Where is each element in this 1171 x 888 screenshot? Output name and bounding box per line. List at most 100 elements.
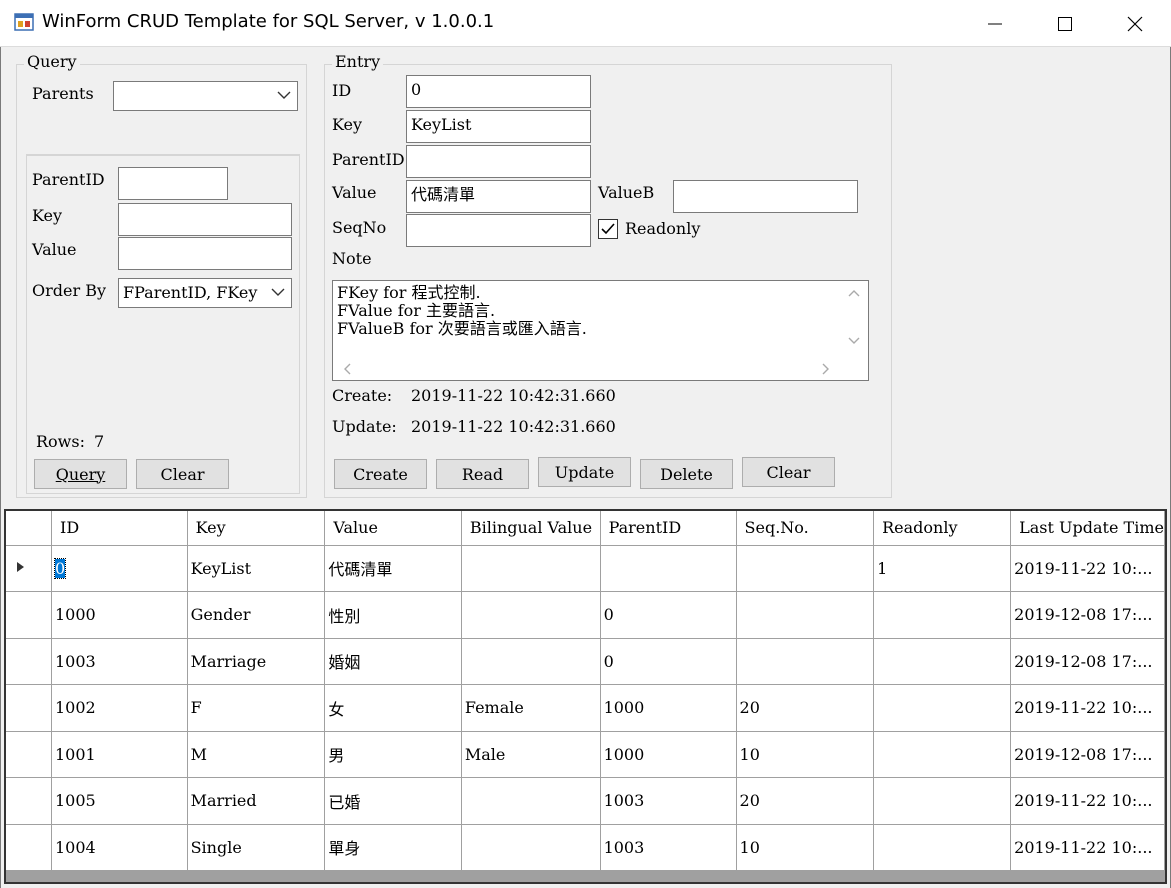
grid-cell[interactable] [461, 777, 601, 825]
grid-cell[interactable]: 2019-12-08 17:... [1010, 638, 1165, 685]
grid-cell[interactable]: 1 [873, 545, 1012, 592]
grid-cell[interactable]: 男 [324, 731, 462, 778]
table-row[interactable]: 1003 Marriage 婚姻 0 2019-12-08 17:... [6, 638, 1165, 685]
row-header[interactable] [6, 777, 52, 825]
grid-cell[interactable]: 1003 [51, 638, 188, 685]
entry-seqno-input[interactable] [406, 214, 591, 247]
update-button[interactable]: Update [538, 457, 631, 487]
entry-clear-button[interactable]: Clear [742, 457, 835, 487]
title-bar[interactable]: WinForm CRUD Template for SQL Server, v … [0, 0, 1171, 47]
entry-valueb-input[interactable] [673, 180, 858, 213]
parents-combo[interactable] [113, 81, 298, 111]
grid-cell[interactable] [600, 545, 737, 592]
grid-cell[interactable]: F [187, 684, 326, 732]
column-header-parentid[interactable]: ParentID [600, 511, 737, 546]
grid-cell[interactable] [736, 591, 875, 639]
grid-cell[interactable] [461, 638, 601, 685]
read-button[interactable]: Read [436, 459, 529, 489]
entry-parentid-input[interactable] [406, 145, 591, 178]
query-button[interactable]: Query [34, 459, 127, 489]
grid-cell[interactable] [736, 545, 875, 592]
grid-corner-header[interactable] [6, 511, 52, 546]
grid-cell[interactable] [873, 638, 1012, 685]
minimize-button[interactable] [960, 0, 1030, 47]
grid-cell[interactable] [461, 824, 601, 871]
grid-cell[interactable]: 單身 [324, 824, 462, 871]
grid-cell[interactable]: 1000 [600, 731, 737, 778]
grid-cell[interactable]: 婚姻 [324, 638, 462, 685]
grid-cell[interactable]: 性別 [324, 591, 462, 639]
table-row[interactable]: 1002 F 女 Female 1000 20 2019-11-22 10:..… [6, 684, 1165, 732]
grid-cell[interactable] [873, 684, 1012, 732]
table-row[interactable]: 1004 Single 單身 1003 10 2019-11-22 10:... [6, 824, 1165, 871]
query-value-input[interactable] [118, 237, 292, 270]
query-parentid-input[interactable] [118, 167, 228, 200]
grid-cell[interactable] [873, 824, 1012, 871]
maximize-button[interactable] [1030, 0, 1100, 47]
column-header-readonly[interactable]: Readonly [873, 511, 1012, 546]
grid-cell[interactable]: Gender [187, 591, 326, 639]
grid-cell[interactable]: 20 [736, 777, 875, 825]
grid-cell[interactable]: 0 [600, 591, 737, 639]
entry-key-input[interactable]: KeyList [406, 110, 591, 143]
grid-cell[interactable]: 代碼清單 [324, 545, 462, 592]
note-horizontal-scrollbar[interactable] [333, 357, 840, 380]
create-button[interactable]: Create [334, 459, 427, 489]
grid-cell[interactable]: 1003 [600, 824, 737, 871]
grid-cell[interactable]: 0 [600, 638, 737, 685]
grid-cell[interactable]: 10 [736, 731, 875, 778]
row-header[interactable] [6, 638, 52, 685]
readonly-checkbox[interactable] [598, 219, 618, 239]
grid-cell[interactable]: Male [461, 731, 601, 778]
orderby-combo[interactable]: FParentID, FKey [118, 278, 292, 308]
grid-cell[interactable] [736, 638, 875, 685]
grid-cell[interactable]: 20 [736, 684, 875, 732]
grid-cell[interactable]: 1001 [51, 731, 188, 778]
grid-cell[interactable]: Marriage [187, 638, 326, 685]
grid-cell[interactable]: 已婚 [324, 777, 462, 825]
column-header-last-update-time[interactable]: Last Update Time [1010, 511, 1165, 546]
grid-cell[interactable]: KeyList [187, 545, 326, 592]
table-row[interactable]: 1001 M 男 Male 1000 10 2019-12-08 17:... [6, 731, 1165, 778]
grid-cell[interactable]: 1002 [51, 684, 188, 732]
grid-cell[interactable]: Female [461, 684, 601, 732]
table-row[interactable]: 0 KeyList 代碼清單 1 2019-11-22 10:... [6, 545, 1165, 592]
grid-cell[interactable] [873, 591, 1012, 639]
grid-cell[interactable]: 1003 [600, 777, 737, 825]
grid-cell[interactable]: 2019-11-22 10:... [1010, 684, 1165, 732]
grid-cell[interactable]: 2019-12-08 17:... [1010, 591, 1165, 639]
close-button[interactable] [1100, 0, 1170, 47]
query-key-input[interactable] [118, 203, 292, 236]
grid-cell[interactable]: 10 [736, 824, 875, 871]
grid-cell[interactable] [873, 777, 1012, 825]
grid-cell[interactable]: Single [187, 824, 326, 871]
grid-cell[interactable]: Married [187, 777, 326, 825]
row-header[interactable] [6, 545, 52, 592]
grid-cell[interactable]: 1000 [51, 591, 188, 639]
grid-cell[interactable]: 0 [51, 545, 188, 592]
table-row[interactable]: 1000 Gender 性別 0 2019-12-08 17:... [6, 591, 1165, 639]
note-textarea[interactable]: FKey for 程式控制. FValue for 主要語言. FValueB … [332, 280, 869, 381]
grid-cell[interactable]: 2019-11-22 10:... [1010, 545, 1165, 592]
grid-cell[interactable]: 2019-12-08 17:... [1010, 731, 1165, 778]
entry-value-input[interactable]: 代碼清單 [406, 180, 591, 213]
grid-cell[interactable]: 1005 [51, 777, 188, 825]
grid-cell[interactable]: M [187, 731, 326, 778]
column-header-bilingual-value[interactable]: Bilingual Value [461, 511, 601, 546]
grid-cell[interactable] [461, 591, 601, 639]
grid-cell[interactable] [873, 731, 1012, 778]
grid-cell[interactable] [461, 545, 601, 592]
grid-cell[interactable]: 2019-11-22 10:... [1010, 824, 1165, 871]
note-vertical-scrollbar[interactable] [840, 281, 868, 357]
grid-cell[interactable]: 2019-11-22 10:... [1010, 777, 1165, 825]
grid-cell[interactable]: 1004 [51, 824, 188, 871]
column-header-value[interactable]: Value [324, 511, 462, 546]
column-header-seqno[interactable]: Seq.No. [736, 511, 875, 546]
row-header[interactable] [6, 591, 52, 639]
table-row[interactable]: 1005 Married 已婚 1003 20 2019-11-22 10:..… [6, 777, 1165, 825]
delete-button[interactable]: Delete [640, 459, 733, 489]
row-header[interactable] [6, 731, 52, 778]
column-header-key[interactable]: Key [187, 511, 326, 546]
grid-cell[interactable]: 1000 [600, 684, 737, 732]
entry-id-input[interactable]: 0 [406, 75, 591, 108]
